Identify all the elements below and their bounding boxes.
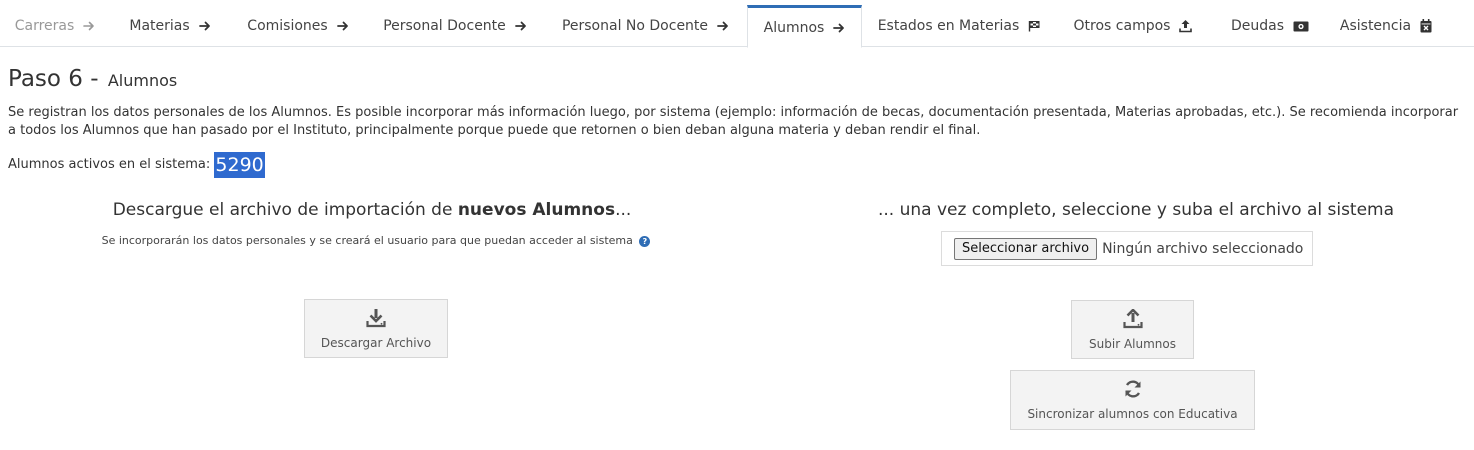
tab-label: Materias bbox=[129, 18, 190, 34]
flag-checkered-icon bbox=[1028, 20, 1040, 32]
tab-label: Personal No Docente bbox=[561, 18, 709, 34]
select-file-button[interactable]: Seleccionar archivo bbox=[954, 237, 1098, 260]
money-bill-icon bbox=[1293, 21, 1309, 32]
tab-label: Carreras bbox=[14, 18, 75, 34]
file-status-text: Ningún archivo seleccionado bbox=[1102, 240, 1304, 257]
download-icon bbox=[366, 308, 386, 331]
upload-icon bbox=[1122, 307, 1143, 332]
sync-educativa-button-label: Sincronizar alumnos con Educativa bbox=[1027, 407, 1238, 421]
upload-icon bbox=[1179, 19, 1193, 33]
upload-heading: ... una vez completo, seleccione y suba … bbox=[877, 200, 1395, 220]
upload-students-button-label: Subir Alumnos bbox=[1089, 336, 1176, 351]
tab-carreras[interactable]: Carreras bbox=[0, 5, 110, 47]
tab-alumnos[interactable]: Alumnos bbox=[747, 5, 862, 48]
calendar-times-icon bbox=[1420, 19, 1432, 33]
arrow-right-icon bbox=[83, 20, 95, 32]
page-subtitle: Alumnos bbox=[107, 71, 178, 90]
tab-label: Asistencia bbox=[1339, 18, 1412, 34]
upload-students-button[interactable]: Subir Alumnos bbox=[1071, 300, 1194, 359]
page-title-text: Paso 6 - bbox=[8, 66, 99, 92]
download-subtext: Se incorporarán los datos personales y s… bbox=[0, 234, 752, 247]
tab-label: Comisiones bbox=[247, 18, 328, 34]
sync-icon bbox=[1123, 379, 1143, 402]
arrow-right-icon bbox=[717, 20, 729, 32]
download-file-button-label: Descargar Archivo bbox=[320, 335, 432, 350]
sync-educativa-button[interactable]: Sincronizar alumnos con Educativa bbox=[1010, 370, 1255, 430]
tab-label: Estados en Materias bbox=[877, 18, 1020, 34]
download-subtext-label: Se incorporarán los datos personales y s… bbox=[101, 234, 633, 247]
tab-label: Alumnos bbox=[763, 19, 825, 36]
download-heading-bold: nuevos Alumnos bbox=[457, 200, 616, 220]
arrow-right-icon bbox=[336, 20, 349, 32]
download-heading-prefix: Descargue el archivo de importación de bbox=[112, 200, 453, 220]
arrow-right-icon bbox=[514, 20, 527, 32]
active-students-count: 5290 bbox=[214, 152, 265, 178]
active-students-line: Alumnos activos en el sistema: 5290 bbox=[8, 152, 265, 178]
tab-label: Deudas bbox=[1230, 18, 1285, 34]
download-file-button[interactable]: Descargar Archivo bbox=[304, 299, 448, 358]
file-input[interactable]: Seleccionar archivo Ningún archivo selec… bbox=[941, 231, 1313, 266]
download-heading-suffix: ... bbox=[615, 200, 632, 220]
tab-personal-no-docente[interactable]: Personal No Docente bbox=[544, 5, 747, 47]
tab-personal-docente[interactable]: Personal Docente bbox=[366, 5, 544, 47]
tab-otros-campos[interactable]: Otros campos bbox=[1056, 5, 1210, 47]
download-heading: Descargue el archivo de importación de n… bbox=[0, 200, 744, 220]
active-students-label: Alumnos activos en el sistema: bbox=[8, 157, 211, 172]
arrow-right-icon bbox=[198, 20, 211, 32]
page-title: Paso 6 - Alumnos bbox=[8, 66, 177, 92]
page-description: Se registran los datos personales de los… bbox=[8, 105, 1459, 138]
tab-label: Personal Docente bbox=[383, 18, 506, 34]
tab-deudas[interactable]: Deudas bbox=[1210, 5, 1330, 47]
tab-asistencia[interactable]: Asistencia bbox=[1330, 5, 1442, 47]
step-tabs: Carreras Materias Comisiones Personal Do… bbox=[0, 0, 1474, 48]
arrow-right-icon bbox=[833, 22, 845, 34]
tab-label: Otros campos bbox=[1073, 18, 1171, 34]
question-circle-icon[interactable]: ? bbox=[639, 236, 651, 247]
tab-materias[interactable]: Materias bbox=[110, 5, 230, 47]
tab-estados-en-materias[interactable]: Estados en Materias bbox=[862, 5, 1056, 47]
tab-comisiones[interactable]: Comisiones bbox=[230, 5, 366, 47]
